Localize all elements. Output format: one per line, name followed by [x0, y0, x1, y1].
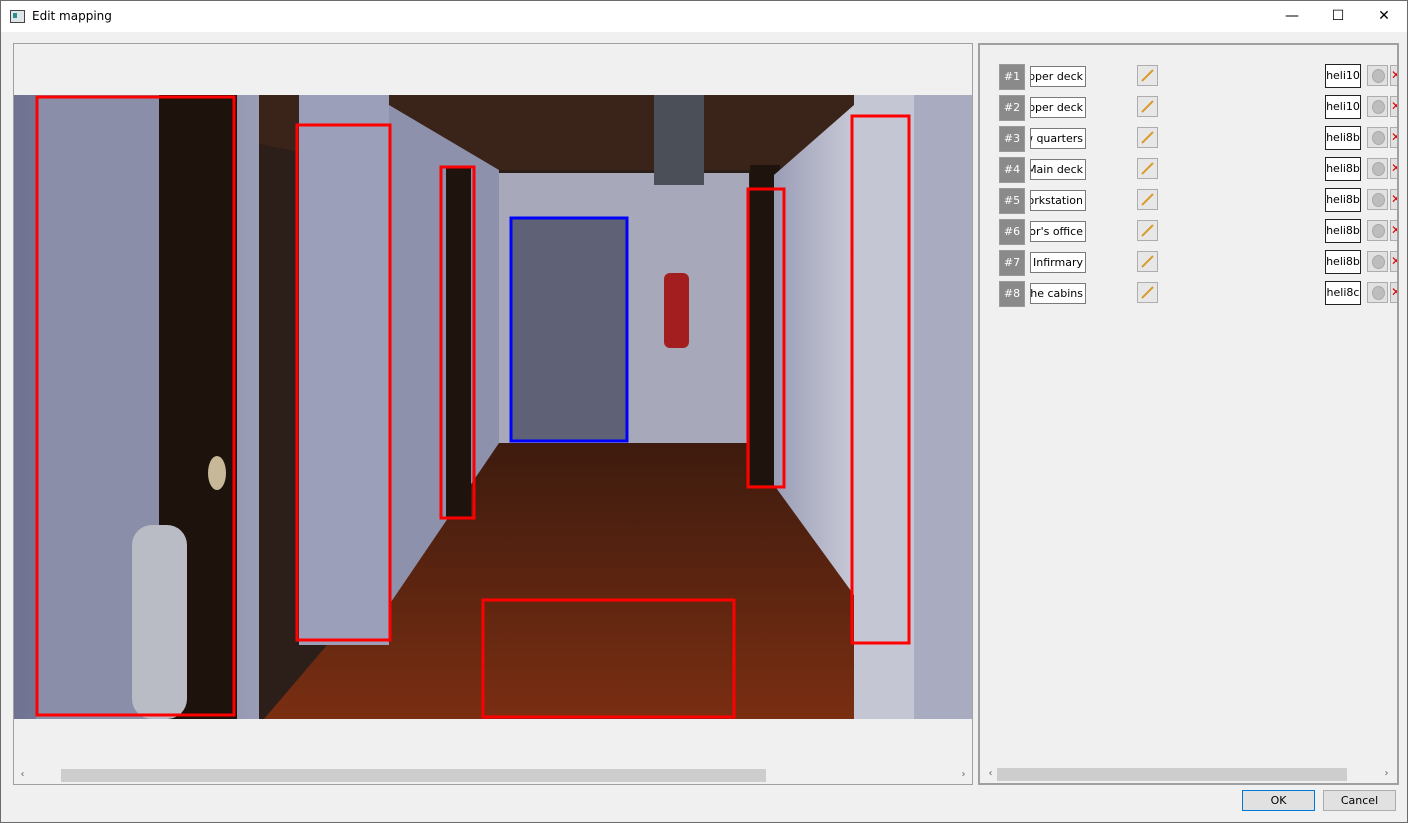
mapping-row[interactable]: #4Main deck heli8b ✕ [980, 157, 1397, 183]
circle-icon[interactable] [1367, 65, 1388, 86]
mapping-row[interactable]: #2Upper deck heli10 ✕ [980, 95, 1397, 121]
corridor-image[interactable] [14, 95, 972, 719]
red-x-icon[interactable]: ✕ [1390, 127, 1397, 148]
circle-icon[interactable] [1367, 282, 1388, 303]
edit-button[interactable] [1137, 282, 1158, 303]
mapping-number: #8 [999, 281, 1025, 307]
mapping-target-field[interactable]: heli10 [1325, 95, 1361, 119]
image-view[interactable]: ‹ › [13, 43, 973, 785]
circle-icon[interactable] [1367, 96, 1388, 117]
mapping-row[interactable]: #1Upper deck heli10 ✕ [980, 64, 1397, 90]
mapping-target-field[interactable]: heli8b [1325, 250, 1361, 274]
pencil-icon [1141, 69, 1154, 82]
red-x-icon[interactable]: ✕ [1390, 158, 1397, 179]
mapping-target-field[interactable]: heli8c [1325, 281, 1361, 305]
mapping-target-field[interactable]: heli8b [1325, 219, 1361, 243]
window-title: Edit mapping [32, 9, 112, 23]
mapping-target-field[interactable]: heli10 [1325, 64, 1361, 88]
mapping-row[interactable]: #5Workstation heli8b ✕ [980, 188, 1397, 214]
red-x-icon[interactable]: ✕ [1390, 189, 1397, 210]
mapping-name-field[interactable]: Doctor's office [1030, 221, 1086, 242]
edit-button[interactable] [1137, 220, 1158, 241]
cancel-button[interactable]: Cancel [1323, 790, 1396, 811]
circle-icon[interactable] [1367, 251, 1388, 272]
mapping-name-field[interactable]: Upper deck [1030, 97, 1086, 118]
mapping-number: #3 [999, 126, 1025, 152]
pencil-icon [1141, 286, 1154, 299]
mapping-number: #6 [999, 219, 1025, 245]
red-x-icon[interactable]: ✕ [1390, 220, 1397, 241]
circle-icon[interactable] [1367, 127, 1388, 148]
edit-button[interactable] [1137, 96, 1158, 117]
pencil-icon [1141, 224, 1154, 237]
red-x-icon[interactable]: ✕ [1390, 65, 1397, 86]
close-button[interactable]: ✕ [1361, 1, 1407, 32]
edit-button[interactable] [1137, 251, 1158, 272]
mapping-name-field[interactable]: Upper deck [1030, 66, 1086, 87]
edit-button[interactable] [1137, 127, 1158, 148]
mapping-row[interactable]: #6Doctor's office heli8b ✕ [980, 219, 1397, 245]
edit-mapping-window: Edit mapping — ☐ ✕ ‹ › #1 per deck heli1… [0, 0, 1408, 823]
mapping-target-field[interactable]: heli8b [1325, 126, 1361, 150]
mapping-name-field[interactable]: To the cabins [1030, 283, 1086, 304]
image-horizontal-scrollbar[interactable]: ‹ › [14, 766, 972, 783]
mapping-number: #5 [999, 188, 1025, 214]
ok-button[interactable]: OK [1242, 790, 1315, 811]
mapping-number: #2 [999, 95, 1025, 121]
edit-button[interactable] [1137, 65, 1158, 86]
pencil-icon [1141, 100, 1154, 113]
minimize-button[interactable]: — [1269, 1, 1315, 32]
pencil-icon [1141, 131, 1154, 144]
mapping-name-field[interactable]: The Infirmary [1030, 252, 1086, 273]
maximize-button[interactable]: ☐ [1315, 1, 1361, 32]
mapping-number: #1 [999, 64, 1025, 90]
circle-icon[interactable] [1367, 158, 1388, 179]
red-x-icon[interactable]: ✕ [1390, 282, 1397, 303]
mapping-name-field[interactable]: Workstation [1030, 190, 1086, 211]
list-scroll-thumb[interactable] [997, 768, 1347, 781]
list-scroll-right-arrow-icon[interactable]: › [1378, 765, 1395, 782]
app-icon [10, 10, 25, 23]
circle-icon[interactable] [1367, 189, 1388, 210]
mapping-row[interactable]: #3Crew quarters heli8b ✕ [980, 126, 1397, 152]
pencil-icon [1141, 255, 1154, 268]
scroll-thumb[interactable] [61, 769, 766, 782]
scroll-right-arrow-icon[interactable]: › [955, 766, 972, 783]
mapping-name-field[interactable]: Main deck [1030, 159, 1086, 180]
mapping-list[interactable]: #1Upper deckheli10✕#2Upper deckheli10✕#3… [978, 43, 1399, 785]
mapping-number: #7 [999, 250, 1025, 276]
mapping-target-field[interactable]: heli8b [1325, 157, 1361, 181]
mapping-target-field[interactable]: heli8b [1325, 188, 1361, 212]
mapping-row[interactable]: #7The Infirmary heli8b ✕ [980, 250, 1397, 276]
list-horizontal-scrollbar[interactable]: ‹ › [980, 765, 1397, 782]
mapping-row[interactable]: #8To the cabins heli8c ✕ [980, 281, 1397, 307]
title-bar[interactable]: Edit mapping — ☐ ✕ [1, 1, 1407, 32]
scroll-left-arrow-icon[interactable]: ‹ [14, 766, 31, 783]
mapping-name-field[interactable]: Crew quarters [1030, 128, 1086, 149]
corridor-scene-graphic [14, 95, 972, 719]
edit-button[interactable] [1137, 158, 1158, 179]
pencil-icon [1141, 162, 1154, 175]
edit-button[interactable] [1137, 189, 1158, 210]
pencil-icon [1141, 193, 1154, 206]
mapping-number: #4 [999, 157, 1025, 183]
red-x-icon[interactable]: ✕ [1390, 251, 1397, 272]
red-x-icon[interactable]: ✕ [1390, 96, 1397, 117]
circle-icon[interactable] [1367, 220, 1388, 241]
